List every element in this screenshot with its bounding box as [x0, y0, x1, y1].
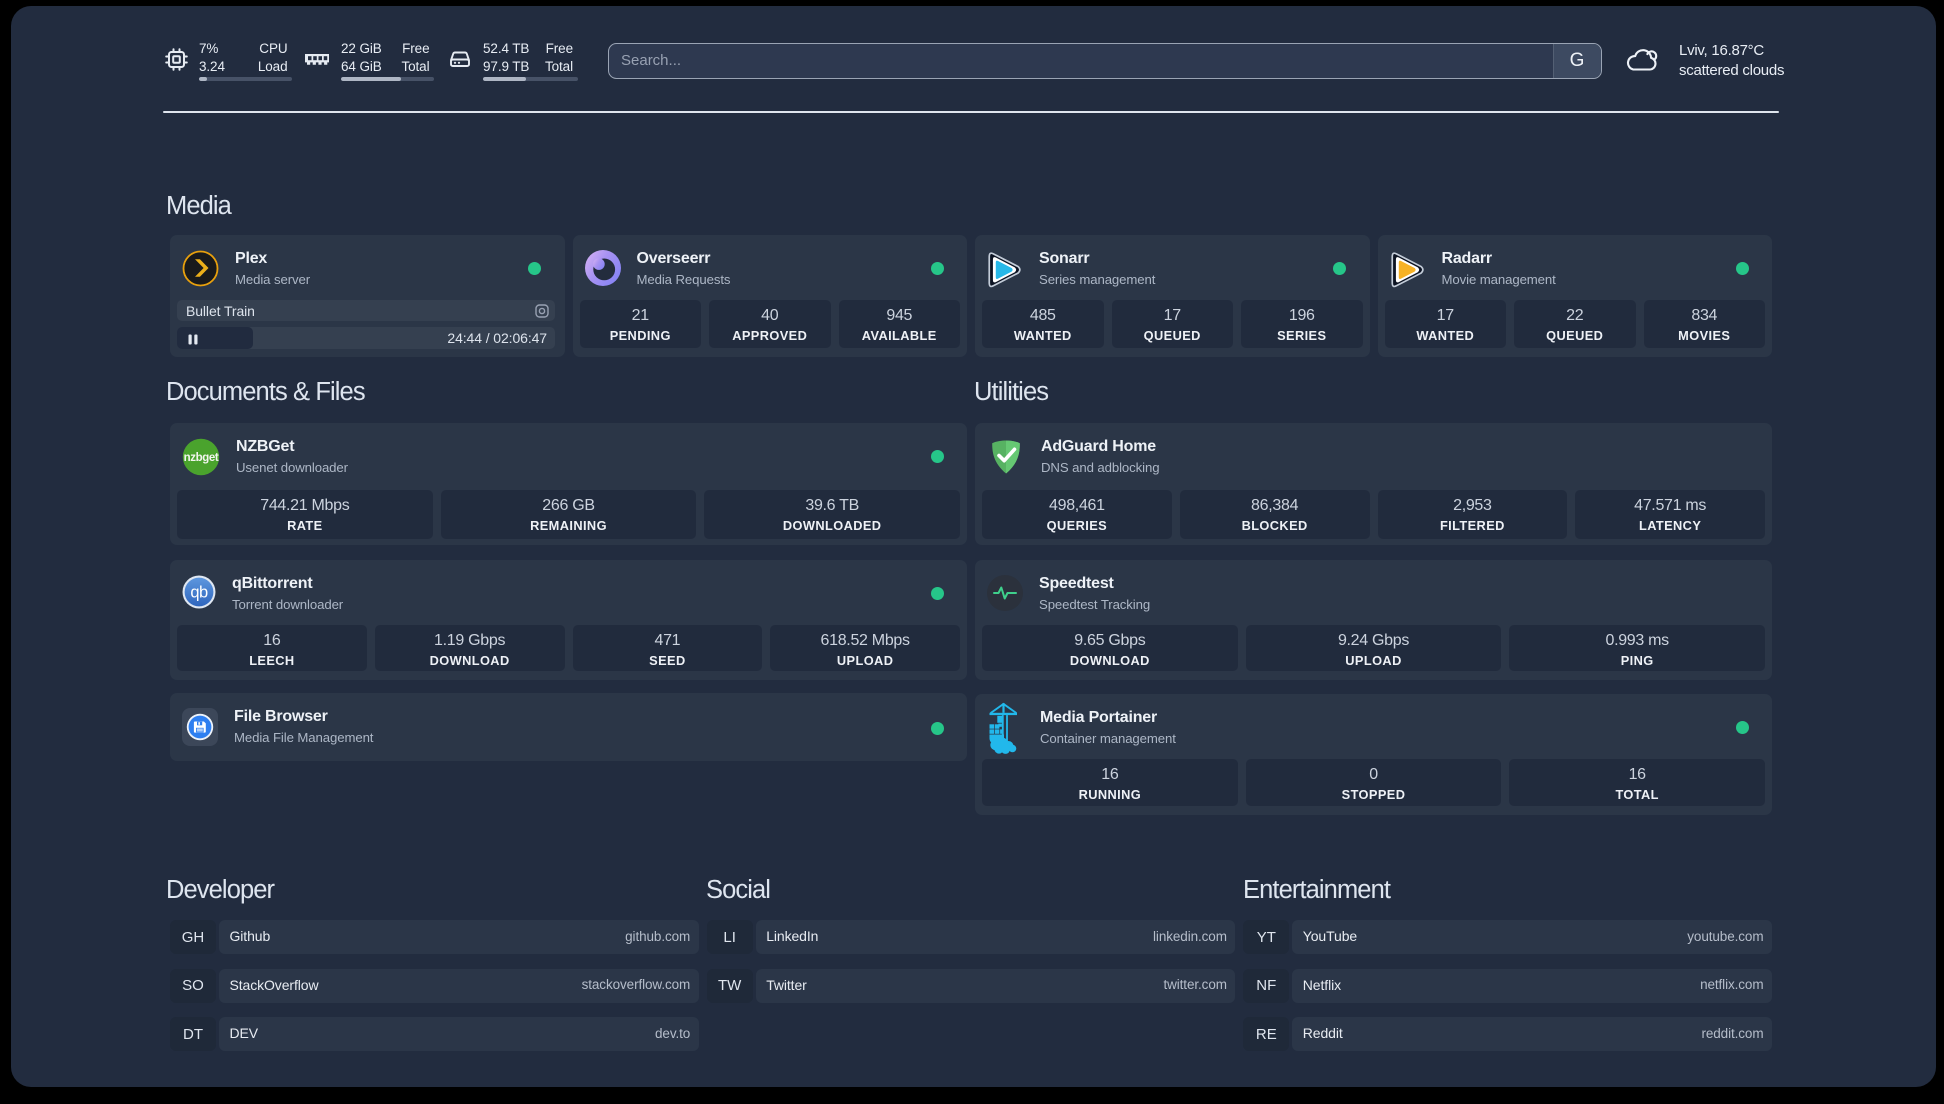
svg-text:nzbget: nzbget: [184, 452, 219, 464]
svg-text:qb: qb: [190, 584, 208, 602]
